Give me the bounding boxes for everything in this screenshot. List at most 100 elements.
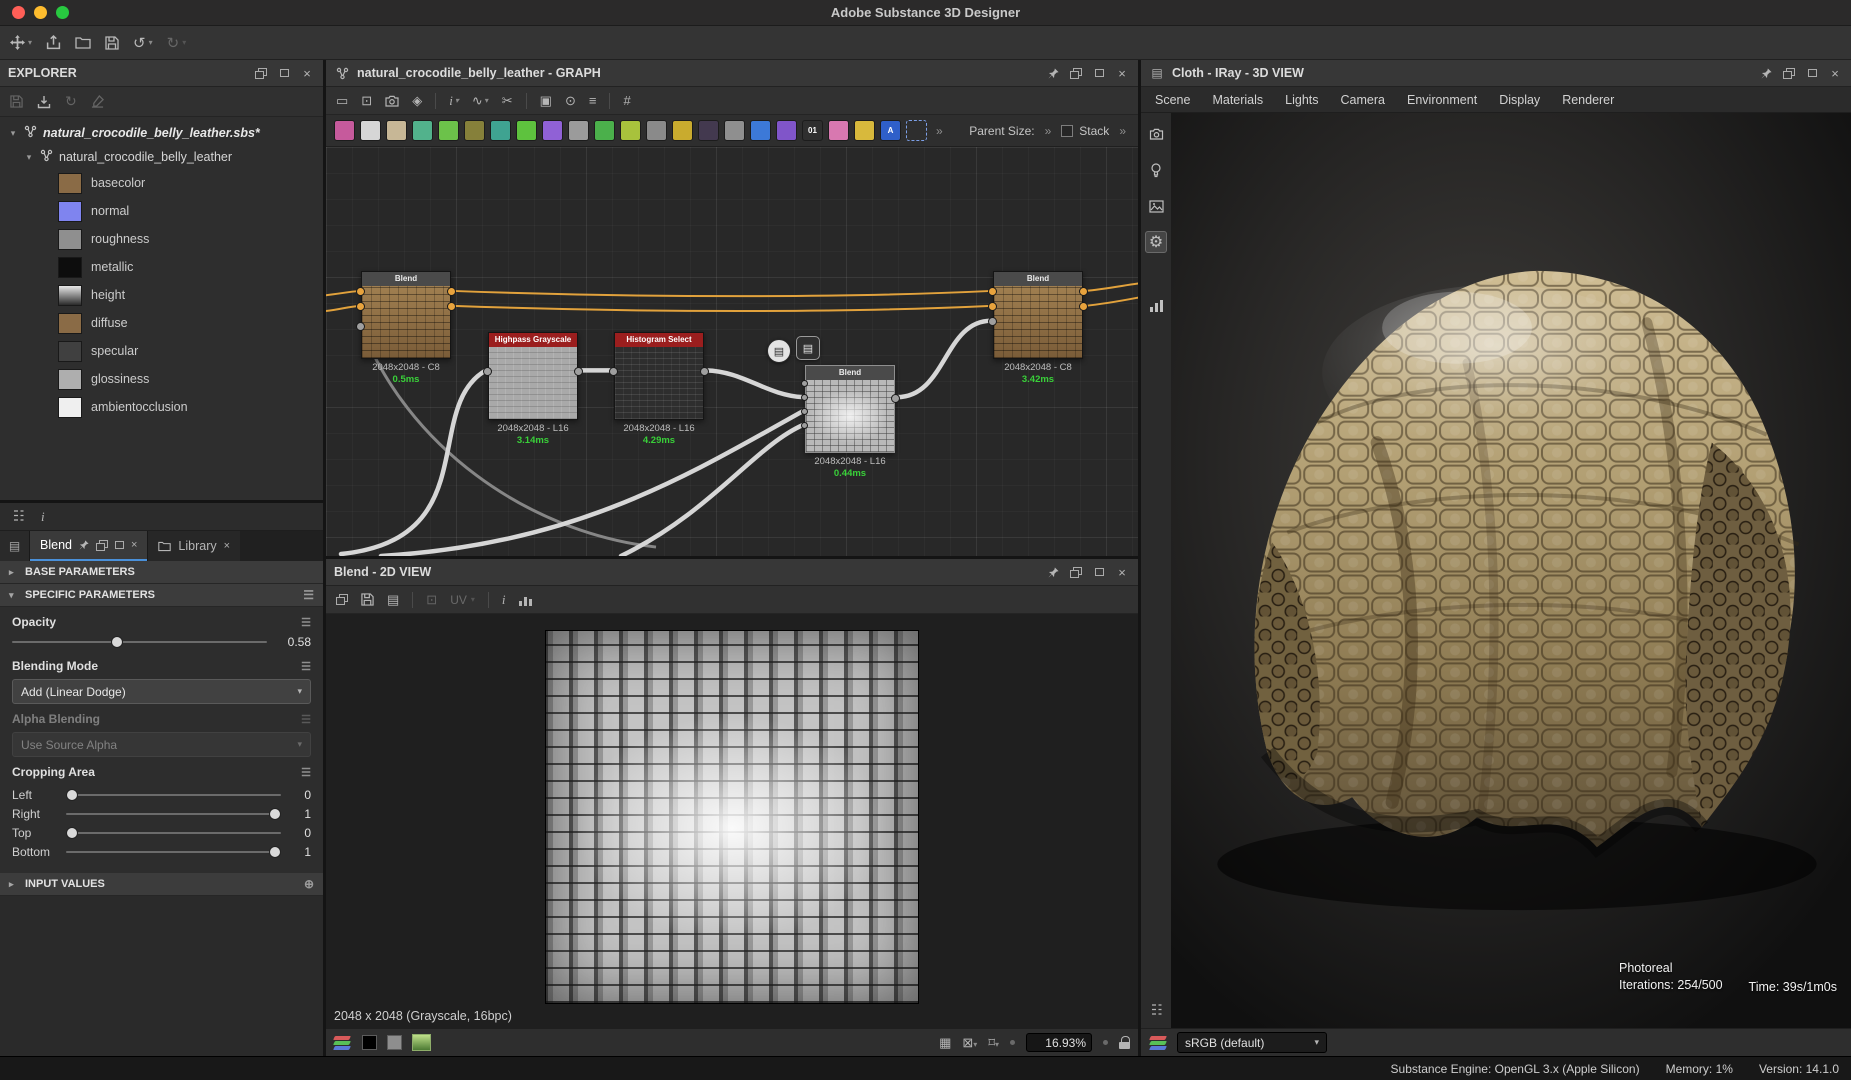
input-port[interactable] xyxy=(801,394,808,401)
info-icon[interactable]: i xyxy=(41,509,45,525)
menu-display[interactable]: Display xyxy=(1499,93,1540,107)
output-row-height[interactable]: height xyxy=(0,281,323,309)
slope-blur-node-icon[interactable] xyxy=(412,120,433,141)
menu-scene[interactable]: Scene xyxy=(1155,93,1190,107)
copy-image-icon[interactable] xyxy=(336,594,348,605)
graph-row[interactable]: ▾ natural_crocodile_belly_leather xyxy=(0,145,323,169)
input-port[interactable] xyxy=(356,322,365,331)
output-row-diffuse[interactable]: diffuse xyxy=(0,309,323,337)
height-node-icon[interactable] xyxy=(724,120,745,141)
section-input-values[interactable]: ▸ INPUT VALUES ⊕ xyxy=(0,873,323,896)
align-nodes-icon[interactable]: ≡ xyxy=(589,93,597,108)
collapse-caret-icon[interactable]: ▾ xyxy=(8,128,18,139)
background-black-swatch[interactable] xyxy=(362,1035,377,1050)
frame-all-icon[interactable]: ⊡ xyxy=(361,93,372,109)
pin-icon[interactable] xyxy=(1758,65,1774,81)
warning-node-icon[interactable] xyxy=(854,120,875,141)
param-menu-icon[interactable]: ☰ xyxy=(301,616,311,629)
tab-properties-icon[interactable]: ▤ xyxy=(0,531,30,561)
undo-icon[interactable]: ↺▾ xyxy=(133,34,153,52)
node-duplicate-button[interactable]: ▤ xyxy=(796,336,820,360)
input-port[interactable] xyxy=(801,422,808,429)
close-panel-icon[interactable]: × xyxy=(1114,564,1130,580)
hierarchy-icon[interactable] xyxy=(12,509,25,525)
gradient-map-node-icon[interactable] xyxy=(828,120,849,141)
close-panel-icon[interactable]: × xyxy=(299,65,315,81)
cut-link-icon[interactable]: ✂ xyxy=(502,93,513,109)
menu-camera[interactable]: Camera xyxy=(1341,93,1385,107)
crop-right-slider[interactable] xyxy=(66,807,281,821)
graph-node-blend-1[interactable]: Blend 2048x2048 - C8 0.5ms xyxy=(361,271,451,385)
float-panel-icon[interactable] xyxy=(1781,65,1797,81)
output-row-roughness[interactable]: roughness xyxy=(0,225,323,253)
channels-icon[interactable] xyxy=(334,1036,352,1050)
crop-left-slider[interactable] xyxy=(66,788,281,802)
output-row-basecolor[interactable]: basecolor xyxy=(0,169,323,197)
background-gray-swatch[interactable] xyxy=(387,1035,402,1050)
crop-bottom-slider[interactable] xyxy=(66,845,281,859)
output-port[interactable] xyxy=(574,367,583,376)
text-node-icon[interactable]: A xyxy=(880,120,901,141)
light-node-icon[interactable] xyxy=(672,120,693,141)
blending-mode-dropdown[interactable]: Add (Linear Dodge) ▾ xyxy=(12,679,311,704)
view2d-canvas[interactable]: 2048 x 2048 (Grayscale, 16bpc) xyxy=(326,614,1138,1028)
node-preview-button[interactable]: ▤ xyxy=(767,339,791,363)
menu-environment[interactable]: Environment xyxy=(1407,93,1477,107)
input-port[interactable] xyxy=(801,408,808,415)
opacity-slider[interactable] xyxy=(12,635,267,649)
sphere-node-icon[interactable] xyxy=(698,120,719,141)
view3d-viewport[interactable]: Photoreal Iterations: 254/500 Time: 39s/… xyxy=(1171,113,1851,1028)
input-port[interactable] xyxy=(609,367,618,376)
maximize-panel-icon[interactable] xyxy=(276,65,292,81)
section-base-parameters[interactable]: ▸ BASE PARAMETERS xyxy=(0,561,323,584)
menu-renderer[interactable]: Renderer xyxy=(1562,93,1614,107)
blur-node-icon[interactable] xyxy=(386,120,407,141)
save-icon[interactable] xyxy=(105,36,119,50)
light-bulb-icon[interactable] xyxy=(1145,159,1167,181)
input-port[interactable] xyxy=(801,380,808,387)
sync-icon[interactable]: ↻ xyxy=(65,93,77,110)
frame-node-icon[interactable] xyxy=(906,120,927,141)
maximize-panel-icon[interactable] xyxy=(1091,65,1107,81)
palette-overflow-chevron[interactable]: » xyxy=(936,124,943,138)
export-icon[interactable] xyxy=(46,35,61,50)
close-tab-icon[interactable]: × xyxy=(224,541,230,552)
info-mode-icon[interactable]: i▾ xyxy=(449,93,459,109)
output-port[interactable] xyxy=(1079,302,1088,311)
float-panel-icon[interactable] xyxy=(1068,564,1084,580)
close-tab-icon[interactable]: × xyxy=(131,540,137,551)
colorspace-icon[interactable] xyxy=(1150,1036,1168,1050)
graph-node-blend-3[interactable]: Blend 2048x2048 - C8 3.42ms xyxy=(993,271,1083,385)
marquee-select-icon[interactable]: ▭ xyxy=(336,93,348,109)
curve-node-icon[interactable] xyxy=(620,120,641,141)
input-port[interactable] xyxy=(988,287,997,296)
float-panel-icon[interactable] xyxy=(96,540,108,551)
tile-sampler-node-icon[interactable] xyxy=(490,120,511,141)
param-menu-icon[interactable]: ☰ xyxy=(301,660,311,673)
output-port[interactable] xyxy=(700,367,709,376)
section-specific-parameters[interactable]: ▾ SPECIFIC PARAMETERS ☰ xyxy=(0,584,323,607)
texture-preview[interactable] xyxy=(545,630,919,1004)
transform-uv-icon[interactable]: ⊡ xyxy=(426,592,437,608)
float-panel-icon[interactable] xyxy=(1068,65,1084,81)
graph-node-histogram-select[interactable]: Histogram Select 2048x2048 - L16 4.29ms xyxy=(614,332,704,446)
output-row-metallic[interactable]: metallic xyxy=(0,253,323,281)
open-folder-icon[interactable] xyxy=(75,36,91,50)
stack-chevron[interactable]: » xyxy=(1119,124,1126,138)
graph-node-blend-2[interactable]: Blend 2048x2048 - L16 0.44ms xyxy=(805,365,895,479)
statistics-icon[interactable] xyxy=(1145,295,1167,317)
input-port[interactable] xyxy=(988,317,997,326)
tiling-icon[interactable]: ▦ xyxy=(939,1035,951,1051)
snapshot-icon[interactable] xyxy=(385,95,399,107)
tab-blend[interactable]: Blend × xyxy=(30,531,147,561)
histogram-icon[interactable] xyxy=(519,594,532,606)
crop-top-slider[interactable] xyxy=(66,826,281,840)
maximize-panel-icon[interactable] xyxy=(1804,65,1820,81)
output-row-specular[interactable]: specular xyxy=(0,337,323,365)
color-picker-icon[interactable]: ◈ xyxy=(412,93,422,109)
package-row[interactable]: ▾ natural_crocodile_belly_leather.sbs* xyxy=(0,121,323,145)
output-port[interactable] xyxy=(1079,287,1088,296)
maximize-panel-icon[interactable] xyxy=(115,541,124,549)
output-row-ambientocclusion[interactable]: ambientocclusion xyxy=(0,393,323,421)
clean-icon[interactable] xyxy=(91,95,104,108)
